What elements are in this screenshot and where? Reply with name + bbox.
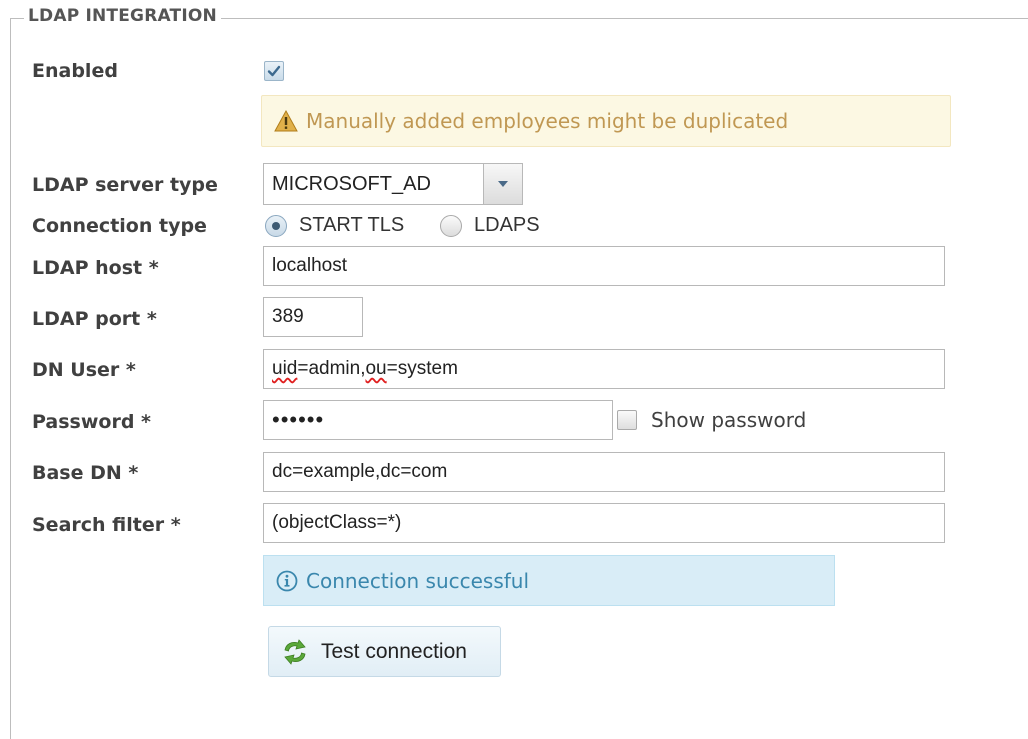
- dn-user-value-part-2: =admin,: [297, 358, 366, 379]
- base-dn-input[interactable]: dc=example,dc=com: [263, 452, 945, 492]
- base-dn-label: Base DN *: [32, 462, 139, 484]
- warning-icon: [274, 110, 298, 132]
- server-type-value: MICROSOFT_AD: [272, 173, 431, 195]
- refresh-icon: [284, 638, 306, 665]
- password-input[interactable]: ••••••: [263, 400, 613, 440]
- fieldset-border-tick: [10, 18, 24, 19]
- server-type-label: LDAP server type: [32, 174, 218, 196]
- info-icon: [276, 570, 298, 591]
- start-tls-radio[interactable]: [265, 214, 287, 237]
- password-label: Password *: [32, 411, 151, 433]
- duplicate-warning: Manually added employees might be duplic…: [261, 95, 951, 147]
- connection-type-label: Connection type: [32, 215, 207, 237]
- host-label: LDAP host *: [32, 257, 159, 279]
- port-label: LDAP port *: [32, 308, 157, 330]
- server-type-dropdown-button[interactable]: [483, 164, 522, 204]
- host-input[interactable]: localhost: [263, 246, 945, 286]
- test-connection-label: Test connection: [321, 639, 467, 663]
- dn-user-label: DN User *: [32, 359, 136, 381]
- search-filter-label: Search filter *: [32, 514, 181, 536]
- warning-text: Manually added employees might be duplic…: [306, 109, 789, 133]
- enabled-label: Enabled: [32, 60, 118, 82]
- chevron-down-icon: [498, 181, 508, 187]
- port-input[interactable]: 389: [263, 297, 363, 337]
- status-text: Connection successful: [306, 568, 530, 593]
- show-password-checkbox[interactable]: [617, 410, 637, 430]
- section-title: LDAP INTEGRATION: [24, 6, 221, 26]
- checkmark-icon: [267, 65, 281, 77]
- dn-user-value-part-3: ou: [365, 358, 387, 379]
- dn-user-input[interactable]: uid=admin,ou=system: [263, 349, 945, 389]
- test-connection-button[interactable]: Test connection: [268, 626, 501, 677]
- search-filter-input[interactable]: (objectClass=*): [263, 503, 945, 543]
- password-value: ••••••: [272, 407, 325, 432]
- connection-option-ldaps[interactable]: LDAPS: [440, 214, 540, 237]
- ldaps-radio[interactable]: [440, 214, 462, 237]
- server-type-select[interactable]: MICROSOFT_AD: [263, 163, 523, 205]
- show-password-label[interactable]: Show password: [651, 408, 806, 432]
- ldaps-label: LDAPS: [474, 214, 540, 236]
- dn-user-value-part-4: =system: [386, 358, 458, 379]
- connection-option-start-tls[interactable]: START TLS: [265, 214, 404, 237]
- connection-status-message: Connection successful: [263, 555, 835, 606]
- start-tls-label: START TLS: [299, 214, 405, 236]
- dn-user-value-part-1: uid: [272, 358, 298, 379]
- enabled-checkbox[interactable]: [264, 61, 284, 81]
